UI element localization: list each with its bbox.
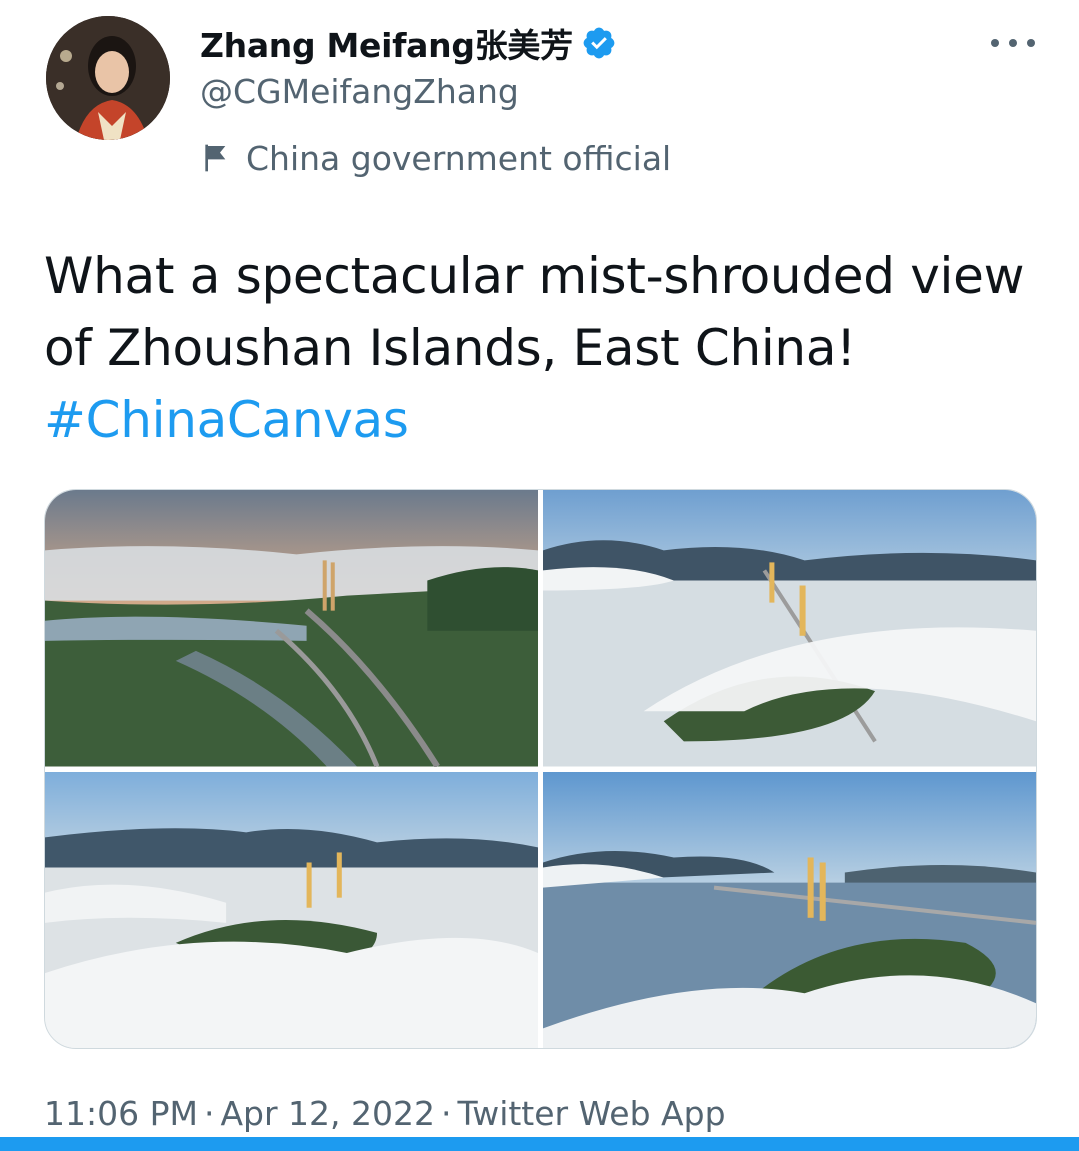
display-name[interactable]: Zhang Meifang张美芳: [200, 19, 573, 67]
media-photo-2[interactable]: [543, 490, 1036, 767]
flag-icon: [205, 144, 226, 172]
avatar[interactable]: [46, 16, 170, 140]
accent-bar: [0, 1137, 1079, 1151]
media-photo-4[interactable]: [543, 771, 1036, 1048]
affiliation-label-text: China government official: [246, 138, 672, 178]
separator: ·: [441, 1094, 452, 1133]
tweet-text: What a spectacular mist-shrouded view of…: [44, 240, 1034, 456]
tweet-time[interactable]: 11:06 PM: [44, 1094, 198, 1133]
author-name-row[interactable]: Zhang Meifang张美芳: [200, 18, 617, 68]
tweet-body: What a spectacular mist-shrouded view of…: [44, 247, 1025, 377]
more-dot: [1009, 39, 1017, 47]
more-dot: [991, 39, 999, 47]
more-dot: [1027, 39, 1035, 47]
tweet-source[interactable]: Twitter Web App: [458, 1094, 726, 1133]
tweet-metadata: 11:06 PM · Apr 12, 2022 · Twitter Web App: [44, 1094, 726, 1133]
more-options-icon[interactable]: [991, 28, 1035, 58]
media-photo-3[interactable]: [45, 771, 538, 1048]
affiliation-label: China government official: [200, 134, 671, 182]
tweet-date[interactable]: Apr 12, 2022: [220, 1094, 435, 1133]
hashtag-link[interactable]: #ChinaCanvas: [44, 391, 409, 449]
author-handle[interactable]: @CGMeifangZhang: [200, 72, 519, 111]
media-photo-1[interactable]: [45, 490, 538, 767]
separator: ·: [203, 1094, 215, 1133]
verified-badge-icon: [583, 27, 615, 59]
media-grid: [44, 489, 1037, 1049]
